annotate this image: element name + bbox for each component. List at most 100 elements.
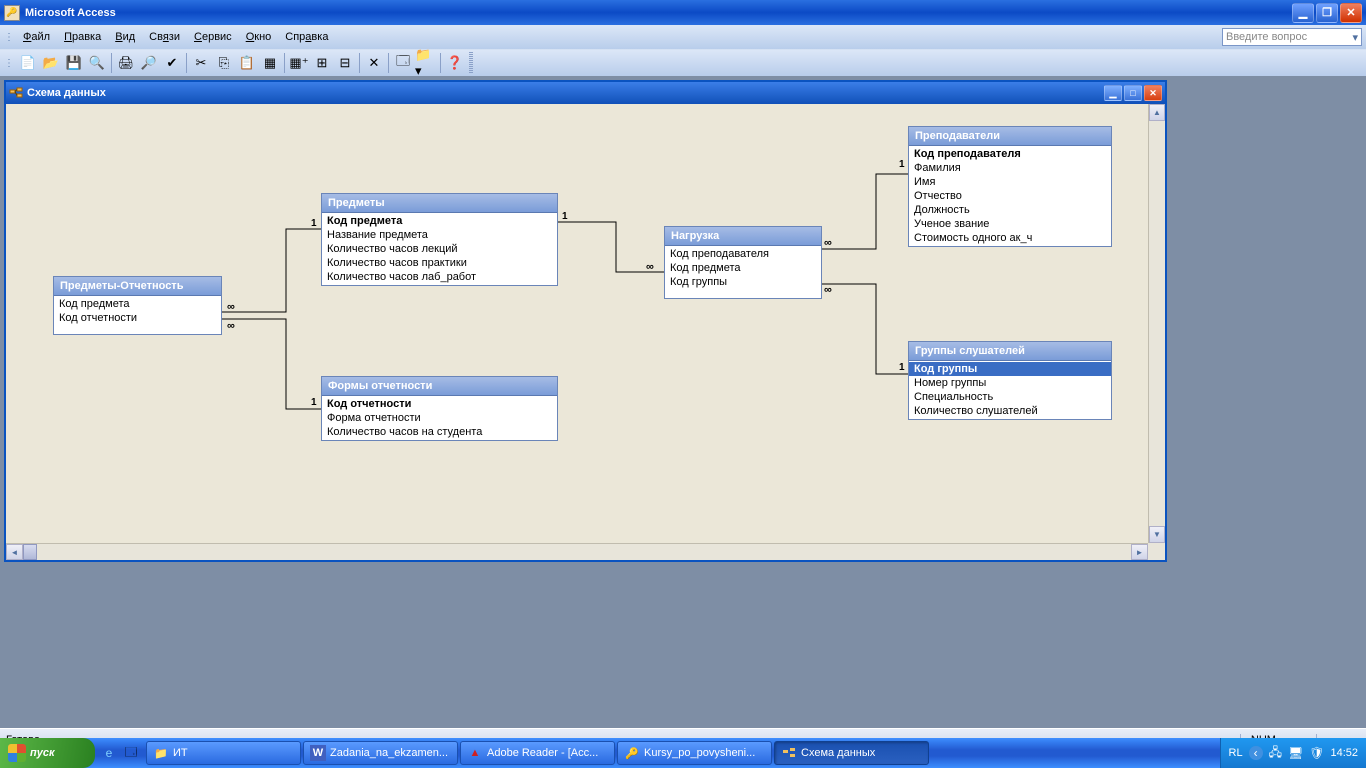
- field[interactable]: Стоимость одного ак_ч: [909, 231, 1111, 245]
- cardinality-one: 1: [899, 159, 905, 170]
- menu-relations[interactable]: Связи: [142, 28, 187, 46]
- scroll-thumb[interactable]: [23, 544, 37, 560]
- new-object-icon[interactable]: 📁▾: [415, 52, 437, 74]
- field[interactable]: Отчество: [909, 189, 1111, 203]
- scroll-up-icon[interactable]: ▲: [1149, 104, 1165, 121]
- show-all-icon[interactable]: ⊟: [334, 52, 356, 74]
- field[interactable]: Должность: [909, 203, 1111, 217]
- print-icon[interactable]: 🖨: [115, 52, 137, 74]
- toolbar: ⋮ 📄 📂 💾 🔍 🖨 🔎 ✔ ✂ ⎘ 📋 ▦ ▦⁺ ⊞ ⊟ ✕ 🗔 📁▾ ❓: [0, 49, 1366, 76]
- cut-icon[interactable]: ✂: [190, 52, 212, 74]
- menu-help[interactable]: Справка: [278, 28, 335, 46]
- field[interactable]: Форма отчетности: [322, 411, 557, 425]
- field[interactable]: Код преподавателя: [665, 247, 821, 261]
- table-title[interactable]: Предметы: [322, 194, 557, 213]
- preview-icon[interactable]: 🔎: [138, 52, 160, 74]
- taskbar-item-active[interactable]: Схема данных: [774, 741, 929, 765]
- vertical-scrollbar[interactable]: ▲ ▼: [1148, 104, 1165, 543]
- scroll-right-icon[interactable]: ►: [1131, 544, 1148, 560]
- taskbar-item[interactable]: 🔑 Kursy_po_povysheni...: [617, 741, 772, 765]
- menu-view[interactable]: Вид: [108, 28, 142, 46]
- system-tray[interactable]: RL ‹ 🖧 🖥 🛡 14:52: [1220, 738, 1366, 768]
- table-predmety[interactable]: Предметы Код предмета Название предмета …: [321, 193, 558, 286]
- add-table-icon[interactable]: ▦: [259, 52, 281, 74]
- taskbar-item[interactable]: W Zadania_na_ekzamen...: [303, 741, 458, 765]
- field[interactable]: Количество часов практики: [322, 256, 557, 270]
- field[interactable]: Название предмета: [322, 228, 557, 242]
- taskbar-item[interactable]: ▲ Adobe Reader - [Acc...: [460, 741, 615, 765]
- paste-icon[interactable]: 📋: [236, 52, 258, 74]
- field[interactable]: Код предмета: [54, 297, 221, 311]
- menu-window[interactable]: Окно: [239, 28, 279, 46]
- field[interactable]: Код группы: [665, 275, 821, 289]
- relationships-icon: [9, 86, 23, 100]
- save-icon[interactable]: 💾: [63, 52, 85, 74]
- field[interactable]: Количество часов лекций: [322, 242, 557, 256]
- show-table-icon[interactable]: ▦⁺: [288, 52, 310, 74]
- menubar-grip[interactable]: ⋮: [4, 32, 14, 43]
- table-title[interactable]: Нагрузка: [665, 227, 821, 246]
- field-pk[interactable]: Код преподавателя: [909, 147, 1111, 161]
- field-pk[interactable]: Код отчетности: [322, 397, 557, 411]
- field[interactable]: Номер группы: [909, 376, 1111, 390]
- menu-service[interactable]: Сервис: [187, 28, 239, 46]
- horizontal-scrollbar[interactable]: ◄ ►: [6, 543, 1165, 560]
- field[interactable]: Количество часов лаб_работ: [322, 270, 557, 284]
- spellcheck-icon[interactable]: ✔: [161, 52, 183, 74]
- help-icon[interactable]: ❓: [444, 52, 466, 74]
- diagram-canvas[interactable]: ∞ ∞ 1 1 1 ∞ ∞ ∞ 1 1 Предметы-Отчетность …: [6, 104, 1165, 560]
- field[interactable]: Имя: [909, 175, 1111, 189]
- field[interactable]: Количество слушателей: [909, 404, 1111, 418]
- start-button[interactable]: пуск: [0, 738, 95, 768]
- minimize-button[interactable]: ▁: [1292, 3, 1314, 23]
- maximize-button[interactable]: ❐: [1316, 3, 1338, 23]
- toolbar-grip[interactable]: ⋮: [4, 58, 14, 69]
- child-titlebar[interactable]: Схема данных ▁ □ ✕: [6, 82, 1165, 104]
- show-direct-icon[interactable]: ⊞: [311, 52, 333, 74]
- field-pk-selected[interactable]: Код группы: [909, 362, 1111, 376]
- tray-hide-icon[interactable]: ‹: [1249, 746, 1263, 760]
- child-minimize-button[interactable]: ▁: [1104, 85, 1122, 101]
- scroll-down-icon[interactable]: ▼: [1149, 526, 1165, 543]
- tray-clock[interactable]: 14:52: [1330, 747, 1358, 759]
- file-search-icon[interactable]: 🔍: [86, 52, 108, 74]
- table-title[interactable]: Предметы-Отчетность: [54, 277, 221, 296]
- delete-icon[interactable]: ✕: [363, 52, 385, 74]
- table-title[interactable]: Формы отчетности: [322, 377, 557, 396]
- field-pk[interactable]: Код предмета: [322, 214, 557, 228]
- child-close-button[interactable]: ✕: [1144, 85, 1162, 101]
- taskbar-item[interactable]: 📁 ИТ: [146, 741, 301, 765]
- dropdown-icon[interactable]: ▾: [1352, 31, 1358, 44]
- field[interactable]: Фамилия: [909, 161, 1111, 175]
- close-button[interactable]: ✕: [1340, 3, 1362, 23]
- scroll-left-icon[interactable]: ◄: [6, 544, 23, 560]
- menu-file[interactable]: Файл: [16, 28, 57, 46]
- ie-icon[interactable]: e: [100, 744, 118, 762]
- relationships-window[interactable]: Схема данных ▁ □ ✕ ∞ ∞: [4, 80, 1167, 562]
- open-icon[interactable]: 📂: [40, 52, 62, 74]
- window-db-icon[interactable]: 🗔: [392, 52, 414, 74]
- table-formy-otchetnosti[interactable]: Формы отчетности Код отчетности Форма от…: [321, 376, 558, 441]
- table-title[interactable]: Группы слушателей: [909, 342, 1111, 361]
- field[interactable]: Ученое звание: [909, 217, 1111, 231]
- ask-question-box[interactable]: Введите вопрос ▾: [1222, 28, 1362, 46]
- show-desktop-icon[interactable]: 🗔: [122, 744, 140, 762]
- new-icon[interactable]: 📄: [17, 52, 39, 74]
- field[interactable]: Код отчетности: [54, 311, 221, 325]
- table-nagruzka[interactable]: Нагрузка Код преподавателя Код предмета …: [664, 226, 822, 299]
- field[interactable]: Код предмета: [665, 261, 821, 275]
- table-predmety-otchetnost[interactable]: Предметы-Отчетность Код предмета Код отч…: [53, 276, 222, 335]
- menu-edit[interactable]: Правка: [57, 28, 108, 46]
- toolbar-overflow[interactable]: [469, 52, 473, 74]
- tray-network-icon[interactable]: 🖧: [1269, 743, 1282, 764]
- child-maximize-button[interactable]: □: [1124, 85, 1142, 101]
- field[interactable]: Специальность: [909, 390, 1111, 404]
- table-title[interactable]: Преподаватели: [909, 127, 1111, 146]
- tray-display-icon[interactable]: 🖥: [1288, 746, 1303, 760]
- tray-lang[interactable]: RL: [1229, 747, 1243, 759]
- field[interactable]: Количество часов на студента: [322, 425, 557, 439]
- table-prepodavateli[interactable]: Преподаватели Код преподавателя Фамилия …: [908, 126, 1112, 247]
- copy-icon[interactable]: ⎘: [213, 52, 235, 74]
- table-gruppy-slushatelei[interactable]: Группы слушателей Код группы Номер групп…: [908, 341, 1112, 420]
- tray-shield-icon[interactable]: 🛡: [1309, 746, 1324, 760]
